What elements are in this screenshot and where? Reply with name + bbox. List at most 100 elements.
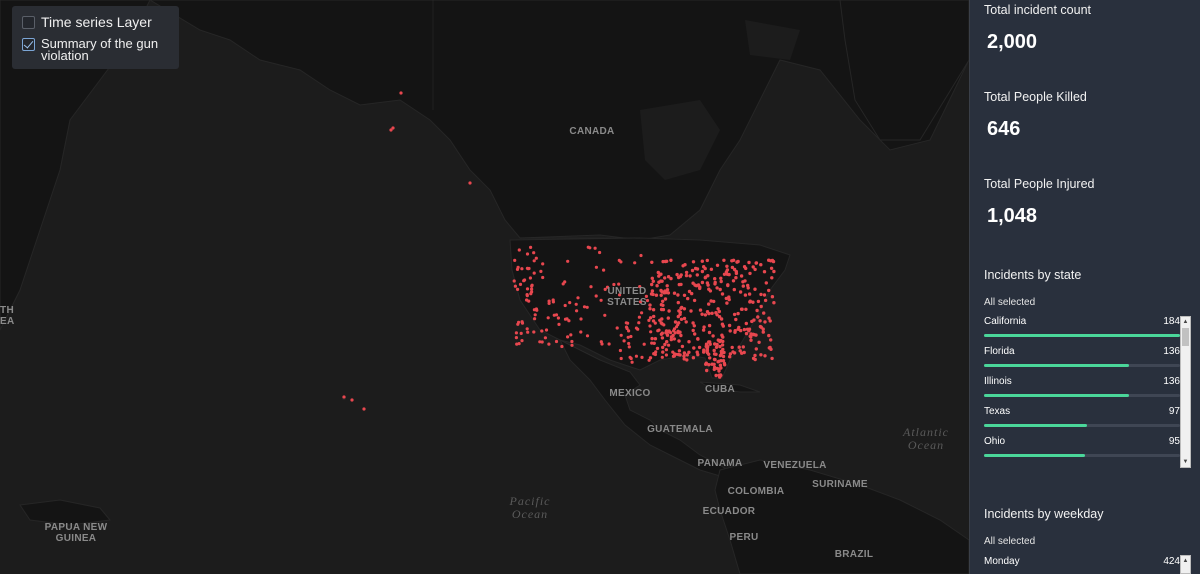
- incident-point: [767, 316, 771, 320]
- incident-point: [634, 354, 639, 358]
- state-item-florida[interactable]: Florida 136: [984, 346, 1180, 376]
- incident-point: [588, 246, 592, 250]
- incident-point: [677, 309, 681, 313]
- incident-point: [716, 360, 720, 364]
- incident-point: [753, 353, 757, 358]
- incident-point: [713, 280, 717, 285]
- incident-point: [660, 355, 664, 359]
- incident-point: [594, 294, 598, 298]
- state-name: Florida: [984, 346, 1015, 357]
- incident-point: [705, 349, 709, 354]
- incident-point: [516, 322, 520, 326]
- incident-point: [650, 282, 654, 287]
- incident-point: [530, 290, 534, 294]
- incident-point: [532, 259, 536, 263]
- incident-point: [721, 354, 726, 359]
- incident-point: [661, 350, 665, 354]
- scroll-up-icon[interactable]: ▲: [1181, 556, 1190, 566]
- incident-point: [589, 285, 593, 289]
- incident-point: [703, 276, 707, 280]
- state-all-selected[interactable]: All selected: [984, 297, 1035, 308]
- weekday-all-selected[interactable]: All selected: [984, 536, 1035, 547]
- incident-point: [734, 317, 738, 322]
- incident-point: [663, 297, 668, 301]
- state-list[interactable]: California 184 Florida 136 Illinois 136 Texas 9…: [984, 316, 1194, 468]
- incident-point: [669, 258, 673, 262]
- state-name: Ohio: [984, 436, 1006, 447]
- incident-point: [705, 281, 710, 285]
- incident-point: [748, 271, 752, 276]
- incident-point: [705, 368, 709, 373]
- weekday-item-monday[interactable]: Monday 424: [984, 556, 1180, 574]
- incident-point: [739, 328, 743, 333]
- incident-point: [763, 320, 767, 324]
- incident-point: [662, 323, 666, 327]
- incident-point: [560, 344, 564, 349]
- incident-point: [707, 323, 712, 328]
- incident-point: [692, 298, 697, 303]
- incident-point: [755, 308, 759, 313]
- state-item-illinois[interactable]: Illinois 136: [984, 376, 1180, 406]
- incident-point: [759, 304, 763, 309]
- incident-point: [627, 345, 631, 349]
- incident-point: [719, 276, 723, 280]
- state-item-texas[interactable]: Texas 97: [984, 406, 1180, 436]
- incident-point: [734, 276, 738, 280]
- incident-point: [682, 351, 687, 355]
- country-label-panama: PANAMA: [697, 458, 743, 469]
- incident-point: [691, 356, 696, 360]
- incident-point: [744, 321, 748, 326]
- incident-point: [569, 333, 573, 337]
- incident-point: [682, 316, 687, 321]
- incident-point: [770, 295, 775, 299]
- incident-point: [650, 336, 654, 341]
- incident-point: [541, 275, 545, 280]
- incident-point: [532, 271, 536, 275]
- state-bar-fill: [984, 394, 1130, 397]
- state-list-scrollbar[interactable]: ▲ ▼: [1180, 316, 1191, 468]
- scroll-up-icon[interactable]: ▲: [1181, 317, 1190, 327]
- incident-point: [563, 303, 567, 308]
- incident-point: [684, 273, 689, 278]
- summary-checkbox[interactable]: [22, 38, 35, 51]
- country-label-ecuador: ECUADOR: [702, 506, 756, 517]
- layer-toggle-time-series[interactable]: Time series Layer: [22, 13, 169, 29]
- incident-point: [762, 270, 767, 274]
- layer-toggle-summary[interactable]: Summary of the gun violation: [22, 35, 169, 62]
- incident-point: [637, 321, 641, 325]
- incident-point: [520, 320, 524, 324]
- incident-point: [534, 307, 539, 311]
- incident-point: [665, 340, 669, 344]
- state-item-ohio[interactable]: Ohio 95: [984, 436, 1180, 466]
- incident-point: [695, 273, 699, 277]
- incident-point: [538, 340, 542, 344]
- incident-point: [342, 395, 346, 399]
- incident-point: [772, 301, 776, 305]
- incident-point: [659, 293, 663, 297]
- state-item-california[interactable]: California 184: [984, 316, 1180, 346]
- weekday-list-scrollbar[interactable]: ▲: [1180, 555, 1191, 574]
- scroll-down-icon[interactable]: ▼: [1181, 457, 1190, 467]
- incident-point: [650, 260, 654, 264]
- incident-point: [682, 307, 687, 311]
- incident-point: [708, 342, 712, 346]
- map-canvas[interactable]: CANADA UNITED STATES MEXICO CUBA GUATEMA…: [0, 0, 969, 574]
- incident-point: [683, 263, 687, 267]
- incident-point: [684, 320, 688, 324]
- incident-point: [512, 279, 516, 283]
- incident-point: [723, 363, 727, 367]
- incident-point: [568, 301, 572, 305]
- incident-point: [762, 311, 766, 315]
- incident-point: [686, 296, 690, 301]
- incident-point: [700, 280, 705, 285]
- incident-point: [689, 309, 693, 313]
- incident-point: [600, 342, 604, 346]
- incident-point: [770, 276, 774, 280]
- incident-point: [575, 309, 579, 313]
- time-series-checkbox[interactable]: [22, 16, 35, 29]
- scroll-thumb[interactable]: [1182, 328, 1189, 346]
- incident-point: [769, 266, 774, 270]
- incident-point: [688, 274, 692, 278]
- incident-point: [518, 282, 523, 286]
- state-name: Texas: [984, 406, 1011, 417]
